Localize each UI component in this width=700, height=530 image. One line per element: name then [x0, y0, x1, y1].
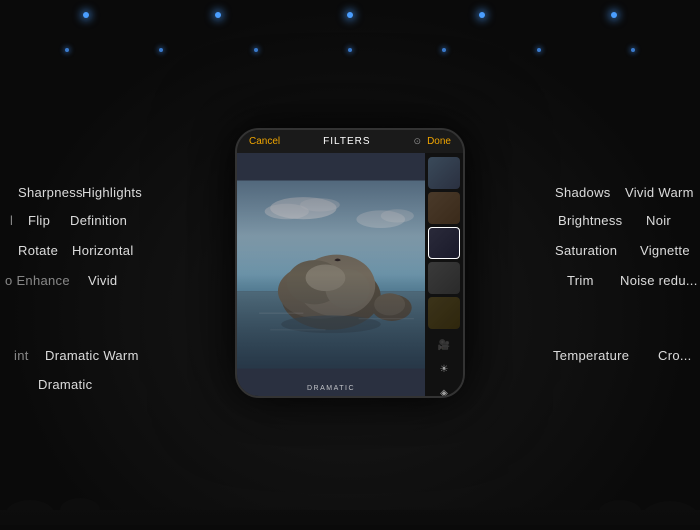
label-shadows: Shadows [555, 185, 611, 200]
label-noir: Noir [646, 213, 671, 228]
filter-icon: ⊙ [414, 136, 422, 147]
label-vignette: Vignette [640, 243, 690, 258]
label-temperature: Temperature [553, 348, 629, 363]
label-vivid-warm: Vivid Warm [625, 185, 694, 200]
filter-thumb-1[interactable] [428, 157, 460, 189]
photo-scene-svg [237, 153, 425, 396]
label-flip-prefix: l [10, 213, 13, 228]
adjust-icon[interactable]: ◈ [434, 384, 454, 396]
label-highlights: Highlights [82, 185, 142, 200]
filter-thumb-2[interactable] [428, 192, 460, 224]
filter-icons: 🎥 ☀ ◈ [434, 336, 454, 396]
label-trim: Trim [567, 273, 594, 288]
filter-thumb-5[interactable] [428, 297, 460, 329]
label-crop: Cro... [658, 348, 692, 363]
label-vivid: Vivid [88, 273, 117, 288]
label-sharpness: Sharpness [18, 185, 83, 200]
photo-preview: DRAMATIC [237, 153, 425, 396]
label-definition: Definition [70, 213, 127, 228]
camera-icon[interactable]: 🎥 [434, 336, 454, 356]
filter-name-label: DRAMATIC [307, 385, 355, 392]
audience-svg [0, 445, 700, 525]
done-button[interactable]: Done [427, 136, 451, 147]
filter-thumb-3-active[interactable] [428, 227, 460, 259]
phone-mockup: Cancel FILTERS ⊙ Done [235, 128, 465, 398]
label-auto-enhance-prefix: o Enhance [5, 273, 70, 288]
label-saturation: Saturation [555, 243, 617, 258]
label-brightness: Brightness [558, 213, 622, 228]
label-noise-reduction: Noise redu... [620, 273, 698, 288]
cancel-button[interactable]: Cancel [249, 136, 280, 147]
label-rotate: Rotate [18, 243, 58, 258]
phone-top-bar: Cancel FILTERS ⊙ Done [237, 130, 463, 153]
filters-title: FILTERS [323, 136, 370, 147]
label-dramatic: Dramatic [38, 377, 92, 392]
label-int: int [14, 348, 29, 363]
label-dramatic-warm: Dramatic Warm [45, 348, 139, 363]
sun-icon[interactable]: ☀ [434, 360, 454, 380]
label-horizontal: Horizontal [72, 243, 134, 258]
phone-content: DRAMATIC 🎥 ☀ ◈ [237, 153, 463, 396]
filter-thumb-4[interactable] [428, 262, 460, 294]
filters-sidebar: 🎥 ☀ ◈ [425, 153, 463, 396]
audience-silhouette [0, 445, 700, 525]
label-flip: Flip [28, 213, 50, 228]
